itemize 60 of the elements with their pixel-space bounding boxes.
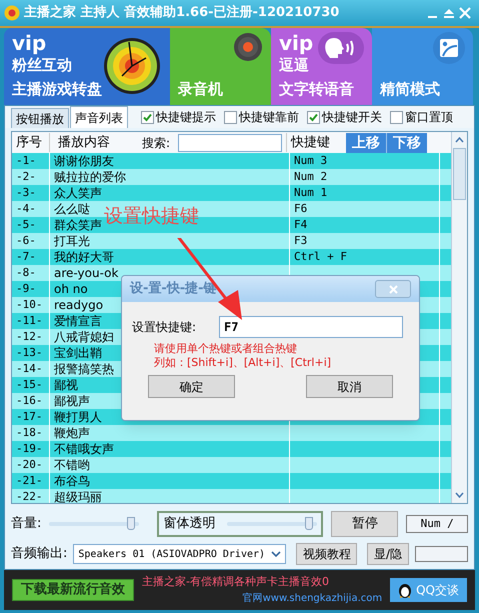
tab[interactable]: 声音列表: [70, 106, 128, 128]
hotkey-display: Num /: [406, 515, 468, 533]
tile-label: 录音机: [178, 79, 224, 100]
tile-label: 粉丝互动: [12, 55, 73, 76]
tile-label: 文字转语音: [279, 79, 355, 100]
column-header: 播放内容: [57, 134, 111, 152]
app-icon: [4, 5, 20, 21]
volume-label: 音量:: [11, 515, 42, 534]
window-title: 主播之家 主持人 音效辅助1.66-已注册-120210730: [24, 4, 340, 22]
search-label: 搜索:: [142, 134, 172, 152]
search-field[interactable]: [178, 134, 282, 152]
penguin-icon: [398, 582, 412, 598]
close-icon[interactable]: [459, 7, 471, 19]
picture-icon: [433, 32, 465, 64]
tab[interactable]: 按钮播放: [11, 108, 69, 128]
tile-label: 主播游戏转盘: [12, 79, 103, 100]
clock-icon: [102, 36, 162, 96]
toggle-button[interactable]: 显/隐: [367, 543, 409, 565]
checkbox[interactable]: [307, 110, 320, 124]
tutorial-button[interactable]: 视频教程: [296, 543, 358, 565]
close-button[interactable]: [375, 280, 411, 298]
mode-tile[interactable]: vip 逗逼 文字转语音: [271, 28, 372, 105]
checkbox[interactable]: [141, 110, 154, 124]
table-cell: 超级玛丽: [50, 489, 290, 503]
vip-label: vip: [12, 30, 46, 57]
slider-thumb[interactable]: [126, 517, 135, 530]
tile-label: 逗逼: [279, 55, 310, 76]
table-cell: -22-: [12, 489, 50, 503]
slider-track[interactable]: [49, 517, 140, 531]
vip-label: vip: [279, 30, 314, 57]
slider-thumb[interactable]: [304, 517, 313, 530]
record-icon: [233, 32, 263, 62]
tile-label: 精简模式: [380, 79, 441, 100]
checkbox-label: 窗口置顶: [405, 109, 453, 126]
empty-display: [414, 546, 468, 562]
checkbox-label: 快捷键靠前: [239, 109, 299, 126]
speaking-head-icon: [318, 32, 364, 64]
download-button[interactable]: 下载最新流行音效: [12, 579, 134, 601]
column-header: 序号: [12, 132, 50, 152]
chevron-down-icon[interactable]: [271, 551, 282, 557]
close-icon: [388, 284, 398, 294]
output-dropdown[interactable]: Speakers 01 (ASIOVADPRO Driver): [73, 544, 286, 564]
maximize-icon[interactable]: [443, 7, 455, 19]
ok-button[interactable]: 确定: [148, 375, 235, 398]
website-link[interactable]: 官网www.shengkazhijia.com: [242, 590, 382, 606]
scroll-thumb[interactable]: [453, 148, 466, 200]
checkbox-label: 快捷键提示: [156, 109, 216, 126]
checkbox[interactable]: [224, 110, 237, 124]
ad-text: 主播之家-有偿精调各种声卡主播音效0: [142, 574, 330, 590]
mode-tile[interactable]: vip 粉丝互动 主播游戏转盘: [4, 28, 170, 105]
checkbox-label: 快捷键开关: [322, 109, 382, 126]
scrollbar[interactable]: [451, 132, 467, 503]
pause-button[interactable]: 暂停: [331, 511, 398, 537]
cancel-button[interactable]: 取消: [306, 375, 393, 398]
checkbox[interactable]: [390, 110, 403, 124]
transparency-label: 窗体透明: [163, 515, 216, 534]
shortcut-field[interactable]: F7: [219, 316, 403, 338]
output-label: 音频输出:: [11, 545, 68, 564]
move-button[interactable]: 上移: [346, 132, 386, 152]
slider-track[interactable]: [227, 517, 318, 531]
